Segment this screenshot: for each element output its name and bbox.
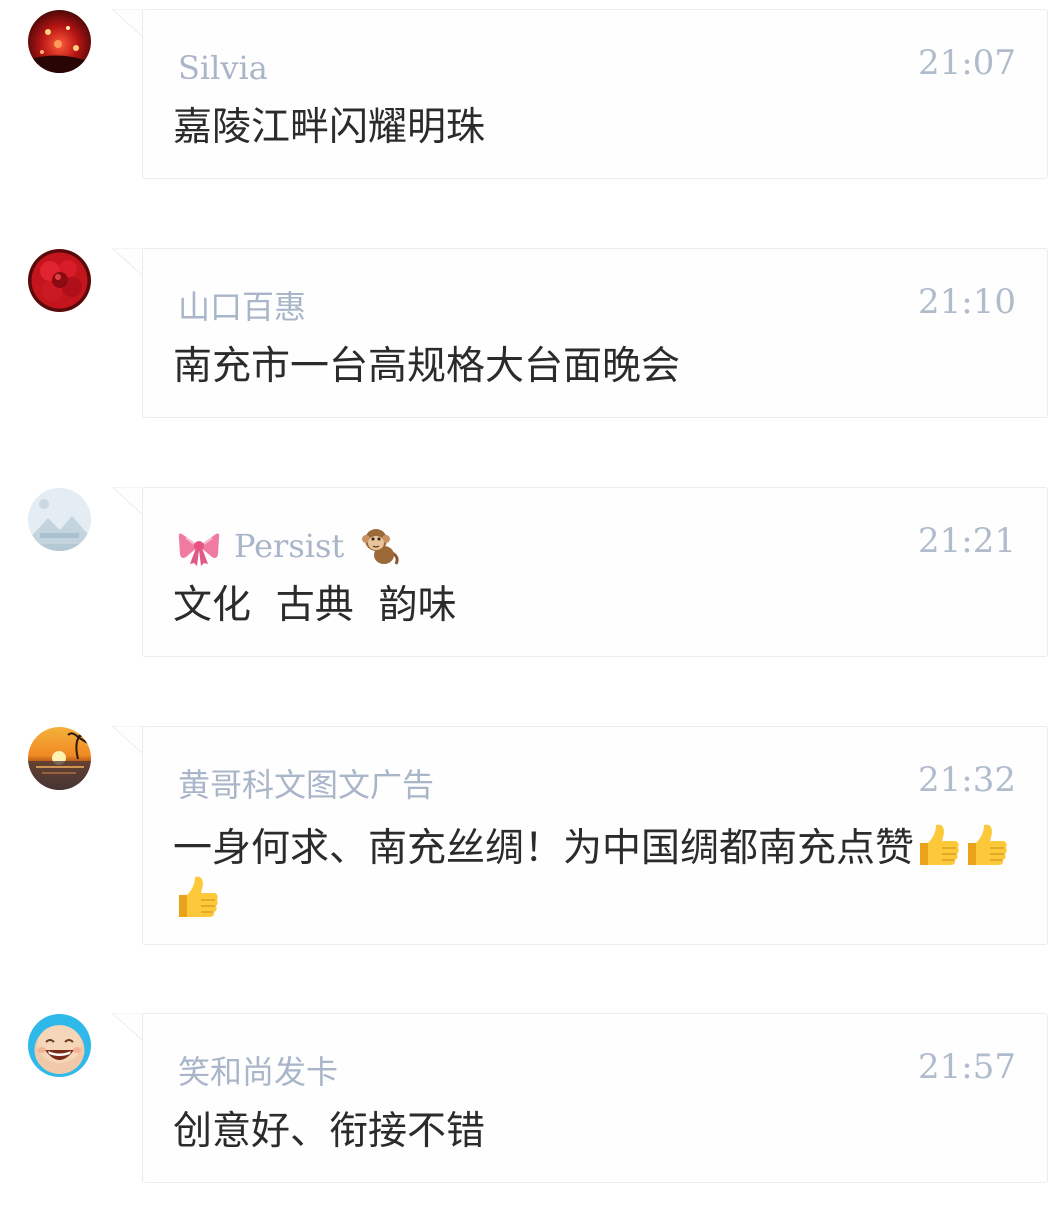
commenter-name[interactable]: Silvia [178,48,268,88]
comment-text: 嘉陵江畔闪耀明珠 [173,105,486,150]
avatar[interactable] [28,488,91,551]
comment-bubble: Persist 21:21 文化 古典 韵味 [142,487,1048,657]
comment-time: 21:32 [918,760,1016,800]
thumbs-up-icon [962,821,1010,869]
avatar[interactable] [28,1014,91,1077]
comment-item: 黄哥科文图文广告 21:32 一身何求、南充丝绸！为中国绸都南充点赞 [0,717,1050,957]
comment-item: Persist 21:21 文化 古典 韵味 [0,478,1050,657]
comment-time: 21:10 [918,282,1016,322]
comment-text: 一身何求、南充丝绸！为中国绸都南充点赞 [173,821,1023,925]
commenter-name[interactable]: 黄哥科文图文广告 [178,765,434,805]
comment-item: 笑和尚发卡 21:57 创意好、衔接不错 [0,1004,1050,1183]
comment-time: 21:07 [918,43,1016,83]
comment-bubble: 山口百惠 21:10 南充市一台高规格大台面晚会 [142,248,1048,418]
comment-bubble: 黄哥科文图文广告 21:32 一身何求、南充丝绸！为中国绸都南充点赞 [142,726,1048,945]
comment-text: 创意好、衔接不错 [173,1109,486,1154]
thumbs-up-icon [914,821,962,869]
commenter-name[interactable]: Persist [178,526,402,566]
comment-item: 山口百惠 21:10 南充市一台高规格大台面晚会 [0,239,1050,418]
thumbs-up-icon [173,873,221,921]
avatar[interactable] [28,10,91,73]
monkey-icon [360,526,402,566]
comment-bubble: Silvia 21:07 嘉陵江畔闪耀明珠 [142,9,1048,179]
avatar[interactable] [28,249,91,312]
bubble-tail [112,248,143,276]
commenter-name[interactable]: 山口百惠 [178,287,306,327]
avatar[interactable] [28,727,91,790]
comment-time: 21:57 [918,1047,1016,1087]
comment-time: 21:21 [918,521,1016,561]
bubble-tail [112,726,143,754]
bubble-tail [112,487,143,515]
comment-text: 南充市一台高规格大台面晚会 [173,344,681,389]
comment-item: Silvia 21:07 嘉陵江畔闪耀明珠 [0,0,1050,179]
comment-bubble: 笑和尚发卡 21:57 创意好、衔接不错 [142,1013,1048,1183]
comment-text: 文化 古典 韵味 [173,583,457,628]
ribbon-icon [178,526,220,566]
bubble-tail [112,9,143,37]
comment-feed: Silvia 21:07 嘉陵江畔闪耀明珠 山口百惠 21:10 南充市一台高规… [0,0,1050,1218]
commenter-name[interactable]: 笑和尚发卡 [178,1052,338,1092]
bubble-tail [112,1013,143,1041]
